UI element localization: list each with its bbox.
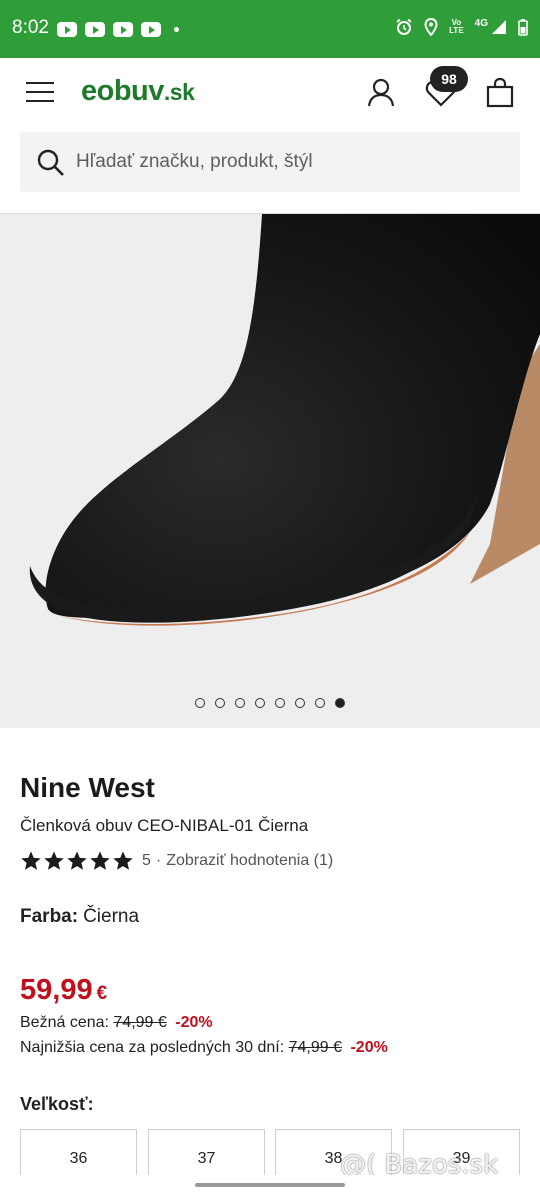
youtube-icon: [85, 22, 105, 37]
lowest-price: 74,99 €: [288, 1039, 343, 1056]
alarm-icon: [396, 18, 412, 35]
size-option[interactable]: 37: [148, 1129, 265, 1175]
regular-price-row: Bežná cena: 74,99 € -20%: [20, 1014, 213, 1032]
volte-indicator: Vo LTE: [449, 18, 464, 35]
menu-icon-bar: [26, 91, 54, 93]
gallery-dot-active[interactable]: [335, 698, 345, 708]
star-icon: [21, 851, 41, 870]
menu-icon: [26, 82, 54, 84]
lowest-discount: -20%: [350, 1039, 388, 1056]
star-icon: [113, 851, 133, 870]
size-option[interactable]: 36: [20, 1129, 137, 1175]
product-rating[interactable]: 5 · Zobraziť hodnotenia (1): [20, 850, 333, 872]
star-icon: [90, 851, 110, 870]
star-icon: [44, 851, 64, 870]
product-brand[interactable]: Nine West: [20, 772, 155, 804]
gallery-dot[interactable]: [215, 698, 225, 708]
more-notifications-dot: [174, 27, 179, 32]
menu-button[interactable]: [26, 82, 54, 102]
gallery-dot[interactable]: [195, 698, 205, 708]
status-bar: 8:02 Vo LTE 4G: [0, 0, 540, 58]
system-icons: Vo LTE 4G: [395, 18, 528, 36]
gallery-dot[interactable]: [255, 698, 265, 708]
bag-icon: [486, 77, 514, 108]
logo-main: eobuv: [81, 75, 164, 107]
status-time: 8:02: [12, 17, 49, 38]
rating-separator: ·: [155, 852, 162, 869]
gallery-dot[interactable]: [315, 698, 325, 708]
color-value: Čierna: [83, 906, 140, 927]
network-type: 4G: [474, 17, 488, 29]
system-nav-bar: [0, 1175, 540, 1200]
lowest-price-row: Najnižšia cena za posledných 30 dní: 74,…: [20, 1039, 388, 1057]
star-icon: [67, 851, 87, 870]
gesture-handle[interactable]: [195, 1183, 345, 1187]
color-row: Farba: Čierna: [20, 906, 139, 928]
youtube-icon: [141, 22, 161, 37]
search-input[interactable]: Hľadať značku, produkt, štýl: [20, 132, 520, 192]
regular-price-label: Bežná cena:: [20, 1014, 109, 1031]
youtube-icon: [113, 22, 133, 37]
cart-button[interactable]: [484, 76, 518, 110]
price-value: 59,99: [20, 974, 93, 1006]
battery-icon: [518, 19, 528, 36]
notification-icons: [57, 22, 161, 37]
regular-discount: -20%: [175, 1014, 213, 1031]
account-icon: [367, 78, 395, 107]
wishlist-count-badge: 98: [430, 66, 468, 92]
menu-icon-bar: [26, 100, 54, 102]
price-currency: €: [96, 983, 108, 1004]
search-placeholder: Hľadať značku, produkt, štýl: [76, 151, 313, 172]
gallery-dot[interactable]: [295, 698, 305, 708]
lowest-price-label: Najnižšia cena za posledných 30 dní:: [20, 1039, 285, 1056]
rating-stars: [20, 850, 134, 872]
product-image[interactable]: [0, 214, 540, 728]
youtube-icon: [57, 22, 77, 37]
account-button[interactable]: [364, 76, 398, 110]
signal-icon: [492, 20, 506, 34]
logo-tld: .sk: [163, 79, 195, 105]
current-price: 59,99 €: [20, 974, 107, 1007]
size-label: Veľkosť:: [20, 1094, 94, 1114]
regular-price: 74,99 €: [113, 1014, 167, 1031]
location-icon: [424, 18, 438, 36]
gallery-pagination: [195, 698, 345, 708]
gallery-dot[interactable]: [235, 698, 245, 708]
site-logo[interactable]: eobuv.sk: [81, 75, 195, 108]
gallery-dot[interactable]: [275, 698, 285, 708]
rating-value: 5: [142, 852, 151, 869]
search-icon: [37, 149, 64, 176]
product-name: Členková obuv CEO-NIBAL-01 Čierna: [20, 816, 309, 835]
show-reviews-link[interactable]: Zobraziť hodnotenia (1): [166, 852, 333, 870]
color-label: Farba:: [20, 906, 79, 927]
product-photo: [0, 214, 540, 728]
